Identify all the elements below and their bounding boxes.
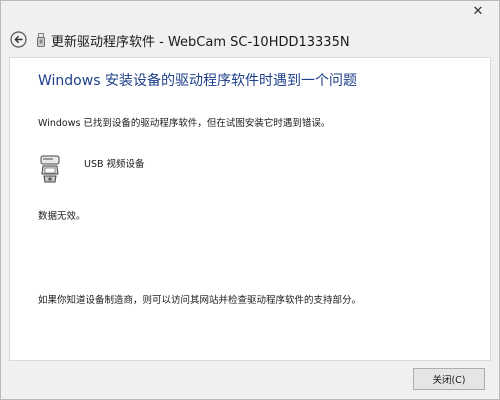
back-arrow-icon[interactable]: [10, 31, 27, 48]
webcam-device-icon: [40, 155, 60, 183]
close-button[interactable]: 关闭(C): [413, 368, 485, 390]
error-detail: 数据无效。: [38, 211, 86, 222]
content-panel: Windows 安装设备的驱动程序软件时遇到一个问题 Windows 已找到设备…: [9, 57, 491, 361]
help-message: 如果你知道设备制造商，则可以访问其网站并检查驱动程序软件的支持部分。: [38, 295, 362, 306]
device-name-label: USB 视频设备: [84, 159, 145, 170]
wizard-header: 更新驱动程序软件 - WebCam SC-10HDD13335N: [1, 23, 499, 57]
usb-device-icon: [37, 33, 45, 47]
close-icon: ✕: [472, 3, 484, 19]
found-driver-message: Windows 已找到设备的驱动程序软件，但在试图安装它时遇到错误。: [38, 118, 331, 129]
dialog-footer: 关闭(C): [1, 361, 499, 399]
dialog-window: ✕ 更新驱动程序软件 - WebCam SC-10HDD13335N Windo…: [0, 0, 500, 400]
dialog-title: 更新驱动程序软件 - WebCam SC-10HDD13335N: [51, 35, 350, 50]
window-close-button[interactable]: ✕: [465, 1, 491, 21]
error-heading: Windows 安装设备的驱动程序软件时遇到一个问题: [38, 73, 357, 89]
title-bar: ✕: [1, 1, 499, 23]
